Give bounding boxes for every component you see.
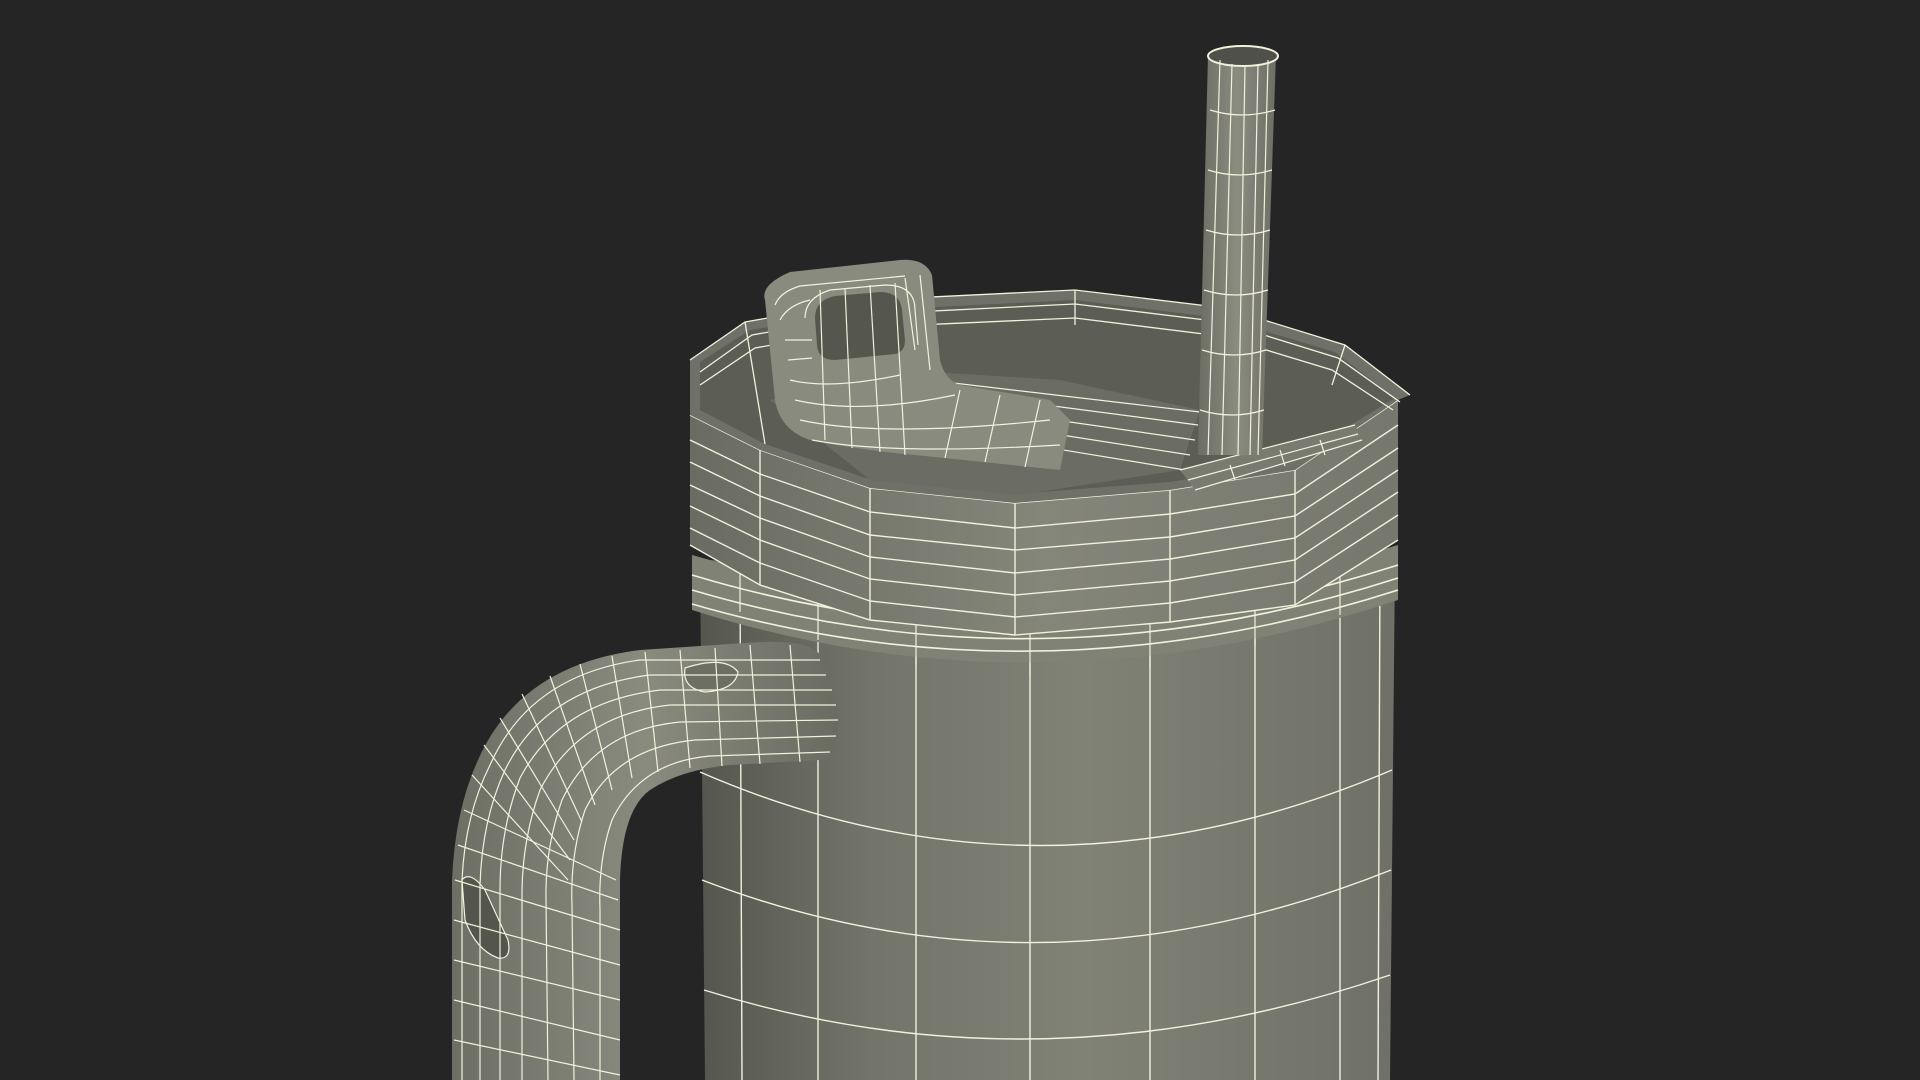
render-viewport xyxy=(0,0,1920,1080)
tumbler-render xyxy=(452,45,1411,1080)
